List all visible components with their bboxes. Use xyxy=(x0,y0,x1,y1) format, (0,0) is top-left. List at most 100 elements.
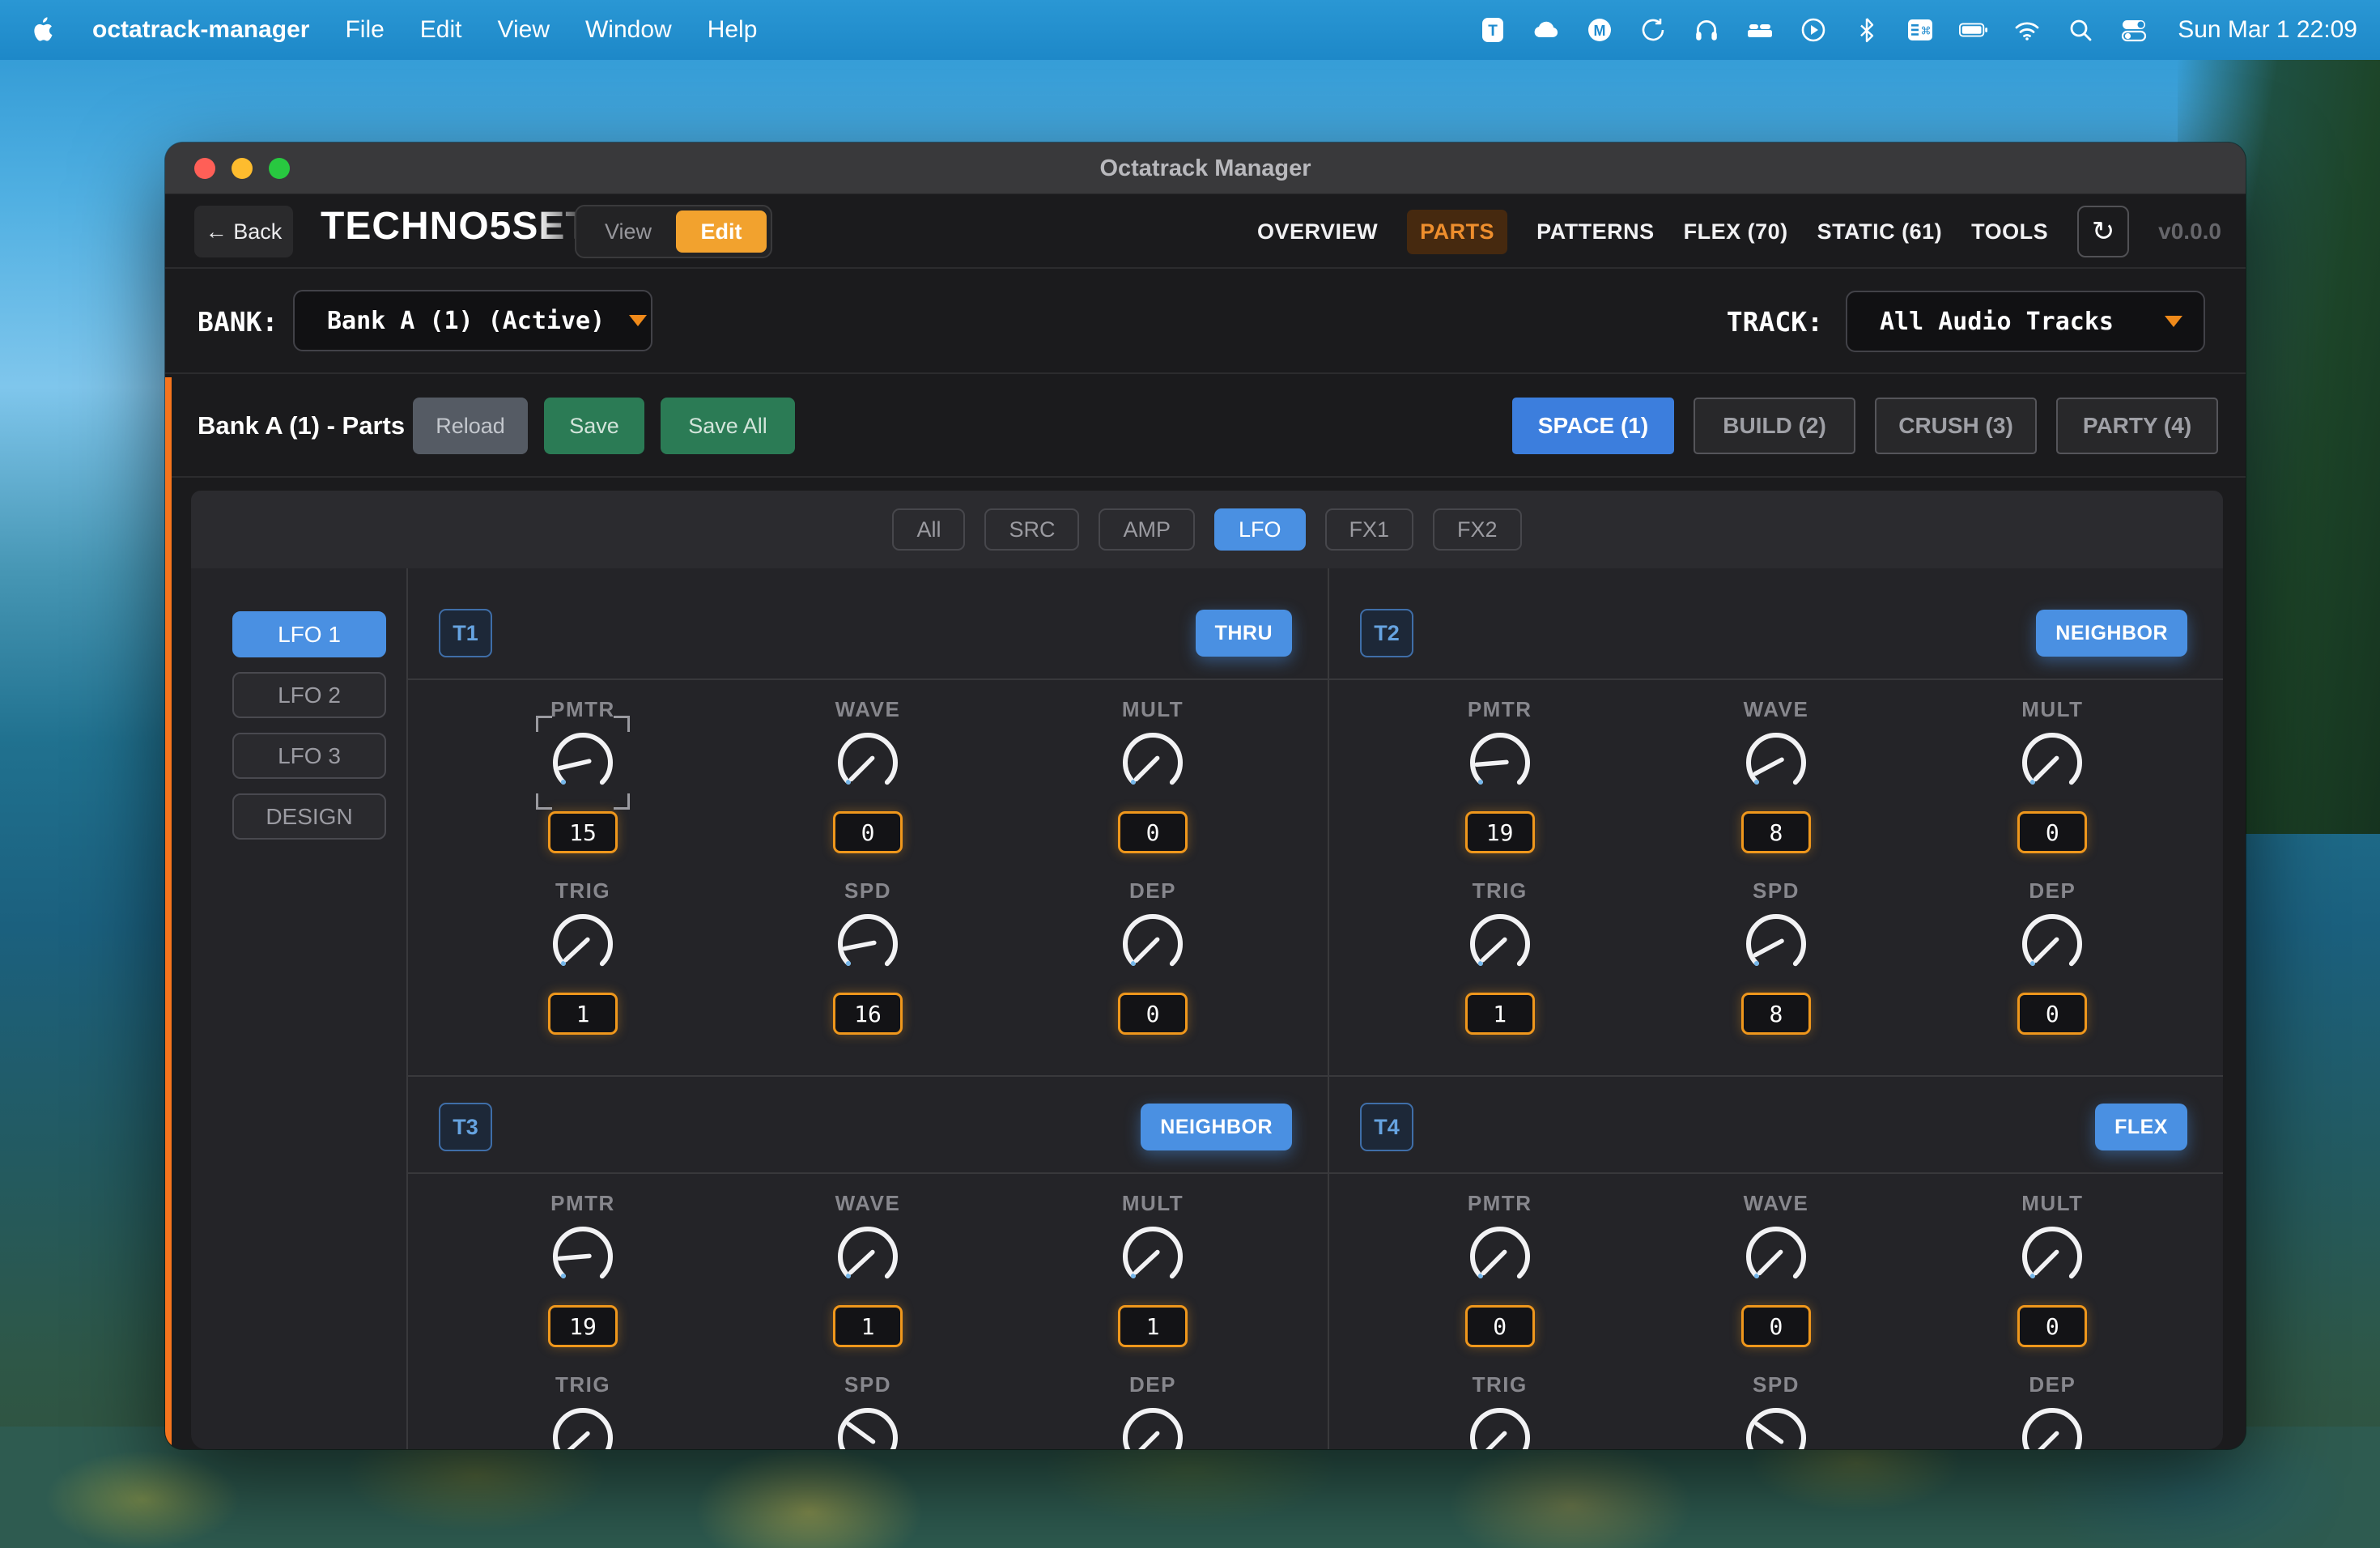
trig-knob[interactable] xyxy=(1466,1404,1534,1449)
menu-window[interactable]: Window xyxy=(585,16,672,44)
pmtr-knob[interactable] xyxy=(549,1223,617,1291)
track-dropdown[interactable]: All Audio Tracks xyxy=(1846,291,2205,352)
trig-knob[interactable] xyxy=(1466,910,1534,978)
knob-value[interactable]: 0 xyxy=(1118,811,1188,853)
filter-src[interactable]: SRC xyxy=(984,508,1080,551)
wave-knob[interactable] xyxy=(834,729,902,797)
menu-help[interactable]: Help xyxy=(708,16,758,44)
mult-knob[interactable] xyxy=(2018,1223,2086,1291)
part-space-button[interactable]: SPACE (1) xyxy=(1512,398,1674,454)
part-build-button[interactable]: BUILD (2) xyxy=(1694,398,1855,454)
menu-file[interactable]: File xyxy=(345,16,384,44)
pmtr-knob[interactable] xyxy=(536,716,630,810)
save-button[interactable]: Save xyxy=(544,398,644,454)
knob-label: DEP xyxy=(2029,1372,2076,1397)
knob-value[interactable]: 19 xyxy=(548,1305,618,1347)
knob-value[interactable]: 0 xyxy=(1464,1305,1535,1347)
headphones-icon[interactable] xyxy=(1692,15,1721,45)
mult-knob[interactable] xyxy=(1119,729,1187,797)
dep-knob[interactable] xyxy=(2018,910,2086,978)
m-circle-icon[interactable]: M xyxy=(1585,15,1614,45)
knob-value[interactable]: 16 xyxy=(833,993,903,1035)
spd-knob[interactable] xyxy=(1742,1404,1810,1449)
pmtr-knob[interactable] xyxy=(1466,1223,1534,1291)
sidebar-item-lfo2[interactable]: LFO 2 xyxy=(232,672,386,718)
spd-knob[interactable] xyxy=(834,910,902,978)
apple-icon[interactable] xyxy=(28,15,57,45)
view-mode-button[interactable]: View xyxy=(580,219,676,245)
nav-static[interactable]: STATIC (61) xyxy=(1817,219,1943,245)
trig-knob[interactable] xyxy=(549,910,617,978)
knob-value[interactable]: 8 xyxy=(1740,811,1811,853)
knob-value[interactable]: 1 xyxy=(833,1305,903,1347)
filter-lfo[interactable]: LFO xyxy=(1213,508,1306,551)
sidebar-item-lfo1[interactable]: LFO 1 xyxy=(232,611,386,657)
filter-all[interactable]: All xyxy=(892,508,966,551)
play-circle-icon[interactable] xyxy=(1799,15,1828,45)
filter-amp[interactable]: AMP xyxy=(1099,508,1195,551)
nav-flex[interactable]: FLEX (70) xyxy=(1684,219,1788,245)
cloud-icon[interactable] xyxy=(1532,15,1561,45)
bank-dropdown[interactable]: Bank A (1) (Active) xyxy=(293,290,652,351)
knob-value[interactable]: 8 xyxy=(1740,993,1811,1035)
time-machine-icon[interactable] xyxy=(1638,15,1668,45)
part-party-button[interactable]: PARTY (4) xyxy=(2056,398,2218,454)
shortcuts-icon[interactable]: ⌘ xyxy=(1906,15,1935,45)
t-app-icon[interactable]: T xyxy=(1478,15,1507,45)
view-edit-toggle[interactable]: View Edit xyxy=(575,205,772,258)
filter-fx2[interactable]: FX2 xyxy=(1433,508,1522,551)
control-center-icon[interactable] xyxy=(2119,15,2148,45)
menu-app-name[interactable]: octatrack-manager xyxy=(92,16,309,44)
menu-clock[interactable]: Sun Mar 1 22:09 xyxy=(2178,16,2357,44)
sidebar-item-lfo3[interactable]: LFO 3 xyxy=(232,733,386,779)
menu-view[interactable]: View xyxy=(498,16,550,44)
mult-knob[interactable] xyxy=(1119,1223,1187,1291)
wave-knob[interactable] xyxy=(1742,1223,1810,1291)
knob-value[interactable]: 0 xyxy=(833,811,903,853)
knob-value[interactable]: 0 xyxy=(2017,1305,2088,1347)
bank-bar: BANK: Bank A (1) (Active) TRACK: All Aud… xyxy=(165,269,2246,374)
bluetooth-icon[interactable] xyxy=(1852,15,1881,45)
minimize-button[interactable] xyxy=(232,158,253,179)
knob-value[interactable]: 1 xyxy=(1464,993,1535,1035)
knob-value[interactable]: 0 xyxy=(1118,993,1188,1035)
spd-knob[interactable] xyxy=(834,1404,902,1449)
bed-icon[interactable] xyxy=(1745,15,1774,45)
edit-mode-button[interactable]: Edit xyxy=(676,211,767,253)
knob-value[interactable]: 19 xyxy=(1464,811,1535,853)
reload-button[interactable]: Reload xyxy=(413,398,528,454)
wave-knob[interactable] xyxy=(1742,729,1810,797)
version-label: v0.0.0 xyxy=(2158,219,2221,244)
nav-parts[interactable]: PARTS xyxy=(1407,209,1508,254)
pmtr-knob[interactable] xyxy=(1466,729,1534,797)
back-button[interactable]: ← Back xyxy=(194,206,293,257)
knob-value[interactable]: 1 xyxy=(548,993,618,1035)
battery-icon[interactable] xyxy=(1959,15,1988,45)
knob-value[interactable]: 1 xyxy=(1118,1305,1188,1347)
refresh-icon[interactable]: ↻ xyxy=(2077,206,2130,257)
wave-knob[interactable] xyxy=(834,1223,902,1291)
nav-overview[interactable]: OVERVIEW xyxy=(1257,219,1378,245)
filter-fx1[interactable]: FX1 xyxy=(1324,508,1414,551)
zoom-button[interactable] xyxy=(269,158,290,179)
spd-knob[interactable] xyxy=(1742,910,1810,978)
menu-edit[interactable]: Edit xyxy=(420,16,462,44)
knob-value[interactable]: 0 xyxy=(2017,811,2088,853)
nav-tools[interactable]: TOOLS xyxy=(1971,219,2048,245)
part-crush-button[interactable]: CRUSH (3) xyxy=(1875,398,2037,454)
sidebar-item-design[interactable]: DESIGN xyxy=(232,793,386,840)
knob-value[interactable]: 0 xyxy=(1740,1305,1811,1347)
save-all-button[interactable]: Save All xyxy=(661,398,795,454)
mult-knob[interactable] xyxy=(2018,729,2086,797)
window-titlebar[interactable]: Octatrack Manager xyxy=(165,142,2246,194)
close-button[interactable] xyxy=(194,158,215,179)
wifi-icon[interactable] xyxy=(2012,15,2042,45)
spotlight-icon[interactable] xyxy=(2066,15,2095,45)
dep-knob[interactable] xyxy=(2018,1404,2086,1449)
knob-value[interactable]: 15 xyxy=(548,811,618,853)
nav-patterns[interactable]: PATTERNS xyxy=(1536,219,1655,245)
knob-value[interactable]: 0 xyxy=(2017,993,2088,1035)
dep-knob[interactable] xyxy=(1119,1404,1187,1449)
dep-knob[interactable] xyxy=(1119,910,1187,978)
trig-knob[interactable] xyxy=(549,1404,617,1449)
